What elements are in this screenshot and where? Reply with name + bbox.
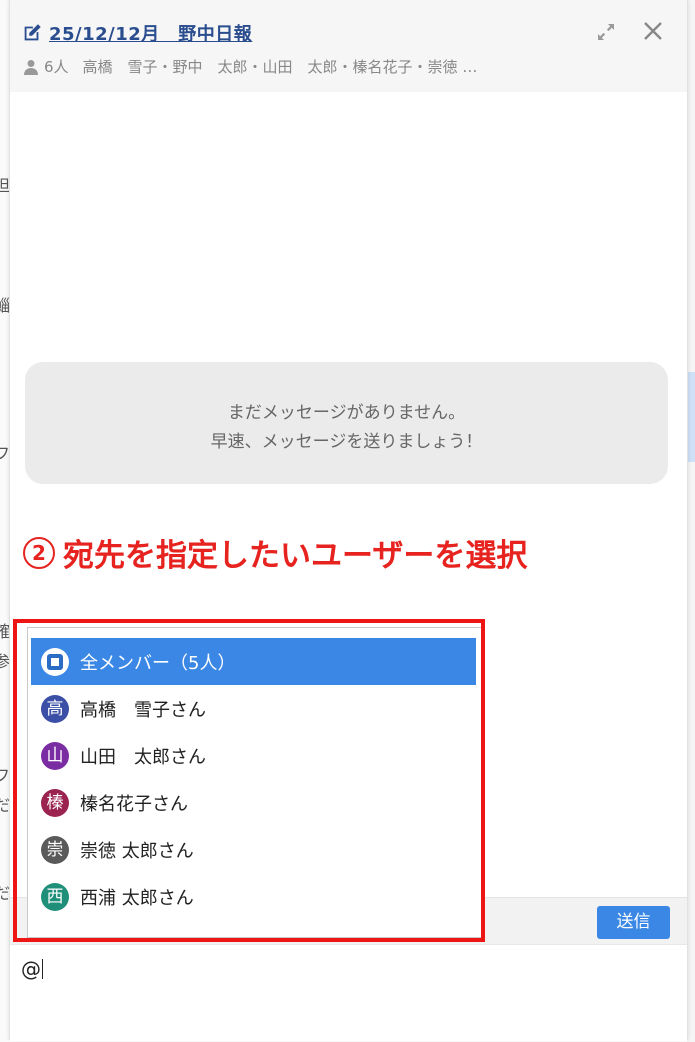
background-fragment: フ — [0, 766, 9, 785]
edit-icon[interactable] — [21, 22, 43, 44]
instruction-text: 宛先を指定したいユーザーを選択 — [63, 538, 528, 574]
message-input-value[interactable]: @ — [21, 957, 43, 981]
background-scrollbar-track — [687, 0, 695, 1042]
instruction-annotation: 2 宛先を指定したいユーザーを選択 — [23, 530, 527, 575]
empty-message-box: まだメッセージがありません。 早速、メッセージを送りましょう！ — [25, 362, 668, 484]
background-fragment: 確 — [0, 622, 9, 641]
background-fragment: フ — [0, 444, 9, 463]
background-fragment: 担 — [0, 176, 9, 195]
empty-message-line1: まだメッセージがありません。 — [227, 403, 466, 423]
background-fragment: だ — [0, 796, 9, 815]
chat-header: 25/12/12月 野中日報 6人 高橋 雪子・野中 太郎・山田 太郎・榛名花子… — [10, 0, 687, 92]
person-icon — [24, 59, 38, 75]
member-count: 6人 — [44, 58, 69, 76]
close-icon[interactable] — [642, 20, 664, 42]
title-row[interactable]: 25/12/12月 野中日報 — [21, 20, 252, 46]
annotation-highlight-box — [13, 619, 485, 942]
background-fragment: 鯔 — [0, 296, 9, 315]
empty-message-line2: 早速、メッセージを送りましょう！ — [210, 432, 483, 452]
send-button[interactable]: 送信 — [597, 906, 670, 939]
background-fragment: 参 — [0, 652, 9, 671]
text-caret — [42, 959, 43, 979]
chat-title[interactable]: 25/12/12月 野中日報 — [49, 20, 252, 46]
background-scrollbar-thumb[interactable] — [687, 372, 695, 462]
message-input[interactable]: @ — [10, 944, 687, 1041]
member-list: 高橋 雪子・野中 太郎・山田 太郎・榛名花子・崇徳 … — [82, 58, 478, 76]
members-row[interactable]: 6人 高橋 雪子・野中 太郎・山田 太郎・榛名花子・崇徳 … — [23, 56, 477, 77]
background-fragment: だ — [0, 884, 9, 903]
expand-icon[interactable] — [596, 22, 616, 42]
background-page: 担 鯔 フ 確 参 フ だ だ — [0, 0, 9, 1042]
step-number: 2 — [23, 536, 55, 569]
